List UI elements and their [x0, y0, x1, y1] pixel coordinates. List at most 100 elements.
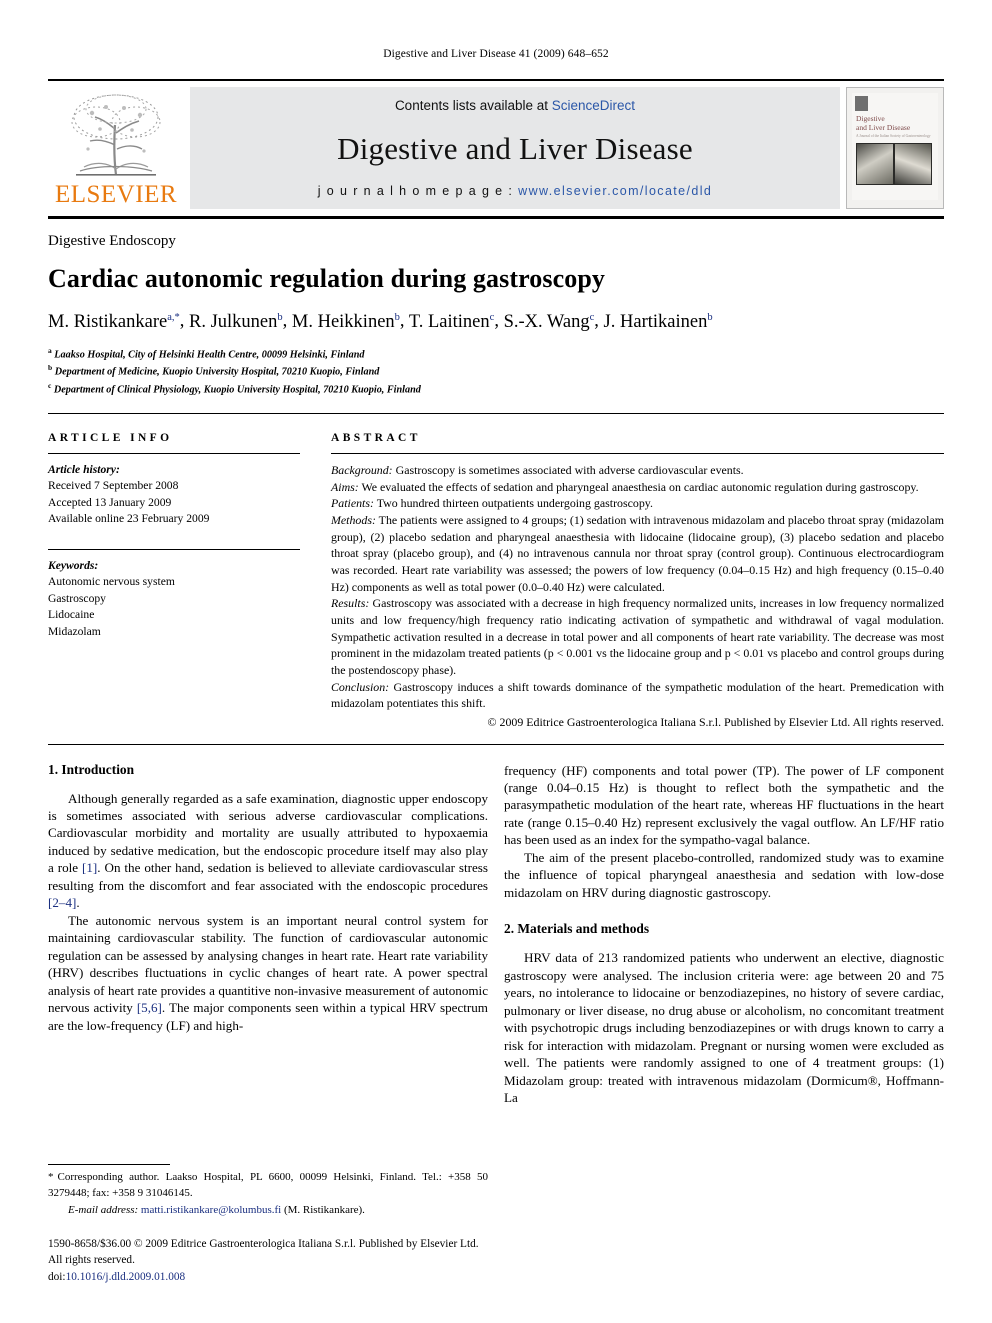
abstract-methods-text: The patients were assigned to 4 groups; … — [331, 512, 944, 594]
author-0-sup: a,* — [167, 311, 180, 323]
homepage-prefix: j o u r n a l h o m e p a g e : — [317, 184, 519, 198]
elsevier-wordmark: ELSEVIER — [54, 181, 178, 208]
author-5: J. Hartikainenb — [603, 311, 713, 332]
article-history-label: Article history: — [48, 463, 120, 477]
homepage-url-link[interactable]: www.elsevier.com/locate/dld — [518, 184, 712, 198]
masthead-center: Contents lists available at ScienceDirec… — [190, 87, 840, 209]
abstract-aims-label: Aims: — [331, 479, 359, 494]
history-received: Received 7 September 2008 — [48, 479, 179, 493]
author-3-sup: c — [489, 311, 495, 323]
author-2: M. Heikkinenb — [291, 311, 400, 332]
keyword-3: Midazolam — [48, 624, 101, 638]
journal-masthead: ELSEVIER Contents lists available at Sci… — [48, 79, 944, 209]
keyword-1: Gastroscopy — [48, 591, 106, 605]
abstract-body: Background: Gastroscopy is sometimes ass… — [331, 462, 944, 731]
citation-2-4[interactable]: [2–4] — [48, 895, 76, 910]
abstract-background-text: Gastroscopy is sometimes associated with… — [392, 463, 744, 478]
cover-photo-left — [857, 144, 893, 184]
author-3-name: T. Laitinen — [408, 311, 490, 332]
keywords-label: Keywords: — [48, 558, 99, 572]
abstract-background-label: Background: — [331, 463, 393, 478]
p1-part-b: . On the other hand, sedation is believe… — [48, 860, 489, 893]
info-abstract-row: ARTICLE INFO Article history: Received 7… — [48, 432, 944, 731]
author-4-sup: c — [589, 311, 595, 323]
author-1: R. Julkunenb — [189, 311, 283, 332]
affiliation-a: a Laakso Hospital, City of Helsinki Heal… — [48, 345, 944, 362]
abstract-patients: Patients: Two hundred thirteen outpatien… — [331, 495, 944, 512]
corresponding-author-note: * Corresponding author. Laakso Hospital, … — [48, 1170, 488, 1201]
contents-line: Contents lists available at ScienceDirec… — [395, 98, 635, 113]
masthead-divider — [48, 216, 944, 219]
article-history: Article history: Received 7 September 20… — [48, 462, 300, 528]
affiliation-a-text: Laakso Hospital, City of Helsinki Health… — [54, 348, 365, 360]
affiliation-c-marker: c — [48, 380, 52, 390]
cover-photo — [856, 143, 932, 185]
email-suffix: (M. Ristikankare). — [281, 1204, 365, 1217]
abstract-patients-text: Two hundred thirteen outpatients undergo… — [373, 496, 653, 511]
author-2-name: M. Heikkinen — [291, 311, 395, 332]
abstract-patients-label: Patients: — [331, 496, 374, 511]
issn-line: 1590-8658/$36.00 © 2009 Editrice Gastroe… — [48, 1237, 479, 1267]
elsevier-logo: ELSEVIER — [48, 87, 184, 209]
abstract-conclusion: Conclusion: Gastroscopy induces a shift … — [331, 679, 944, 712]
author-list: M. Ristikankarea,*, R. Julkunenb, M. Hei… — [48, 311, 713, 332]
author-2-sup: b — [394, 311, 400, 323]
author-0-name: M. Ristikankare — [48, 311, 168, 332]
author-1-name: R. Julkunen — [189, 311, 278, 332]
abstract-rule-top — [331, 453, 944, 455]
sciencedirect-link[interactable]: ScienceDirect — [552, 98, 635, 113]
contents-prefix: Contents lists available at — [394, 98, 552, 113]
paragraph-methods-1: HRV data of 213 randomized patients who … — [504, 950, 944, 1106]
abstract-heading: ABSTRACT — [331, 432, 421, 445]
paragraph-intro-1: Although generally regarded as a safe ex… — [48, 790, 488, 912]
body-column-right: frequency (HF) components and total powe… — [504, 762, 944, 1107]
cover-title-line2: and Liver Disease — [856, 123, 911, 132]
doi-line: doi:10.1016/j.dld.2009.01.008 — [48, 1269, 488, 1285]
cover-inner: Digestive and Liver Disease A Journal of… — [852, 93, 938, 200]
abstract-background: Background: Gastroscopy is sometimes ass… — [331, 462, 944, 479]
abstract-copyright: © 2009 Editrice Gastroenterologica Itali… — [487, 714, 944, 729]
affiliations: a Laakso Hospital, City of Helsinki Heal… — [48, 345, 944, 397]
elsevier-badge-icon — [855, 96, 868, 111]
heading-materials-methods: 2. Materials and methods — [504, 921, 650, 937]
article-info-rule-mid — [48, 548, 300, 550]
history-accepted: Accepted 13 January 2009 — [48, 495, 172, 509]
affiliation-c-text: Department of Clinical Physiology, Kuopi… — [53, 383, 421, 395]
corresponding-text: Corresponding author. Laakso Hospital, P… — [48, 1171, 488, 1199]
section-kind: Digestive Endoscopy — [48, 233, 176, 249]
abstract-aims: Aims: We evaluated the effects of sedati… — [331, 479, 944, 496]
p1-part-c: . — [76, 895, 80, 911]
citation-5-6[interactable]: [5,6] — [137, 1000, 162, 1015]
history-available: Available online 23 February 2009 — [48, 512, 210, 526]
cover-title-line1: Digestive — [856, 114, 885, 123]
keyword-2: Lidocaine — [48, 608, 95, 622]
page-title: Cardiac autonomic regulation during gast… — [48, 264, 605, 293]
paragraph-intro-3: frequency (HF) components and total powe… — [504, 762, 944, 848]
body-column-left: 1. Introduction Although generally regar… — [48, 762, 488, 1107]
abstract-results-label: Results: — [331, 596, 370, 611]
abstract-conclusion-label: Conclusion: — [331, 679, 390, 694]
author-4-name: S.-X. Wang — [503, 311, 590, 332]
journal-title: Digestive and Liver Disease — [337, 130, 693, 166]
affiliation-a-marker: a — [48, 345, 52, 355]
doi-link[interactable]: 10.1016/j.dld.2009.01.008 — [66, 1271, 186, 1283]
elsevier-tree-icon — [62, 89, 170, 181]
citation-1[interactable]: [1] — [82, 860, 97, 875]
author-0: M. Ristikankarea,* — [48, 311, 180, 332]
article-info-column: ARTICLE INFO Article history: Received 7… — [48, 432, 300, 731]
footnote-area: * Corresponding author. Laakso Hospital, … — [48, 1164, 488, 1285]
email-note: E-mail address: matti.ristikankare@kolum… — [48, 1203, 488, 1219]
article-info-rule-top — [48, 453, 300, 455]
author-5-name: J. Hartikainen — [603, 311, 708, 332]
author-4: S.-X. Wangc — [503, 311, 595, 332]
affiliation-c: c Department of Clinical Physiology, Kuo… — [48, 380, 944, 397]
affiliation-b-marker: b — [48, 363, 53, 373]
abstract-divider-bottom — [48, 743, 944, 745]
journal-homepage-line: j o u r n a l h o m e p a g e : www.else… — [318, 184, 713, 198]
email-link[interactable]: matti.ristikankare@kolumbus.fi — [141, 1204, 281, 1216]
keyword-0: Autonomic nervous system — [48, 575, 175, 589]
abstract-methods: Methods: The patients were assigned to 4… — [331, 512, 944, 595]
cover-photo-right — [895, 144, 931, 184]
author-1-sup: b — [277, 311, 283, 323]
